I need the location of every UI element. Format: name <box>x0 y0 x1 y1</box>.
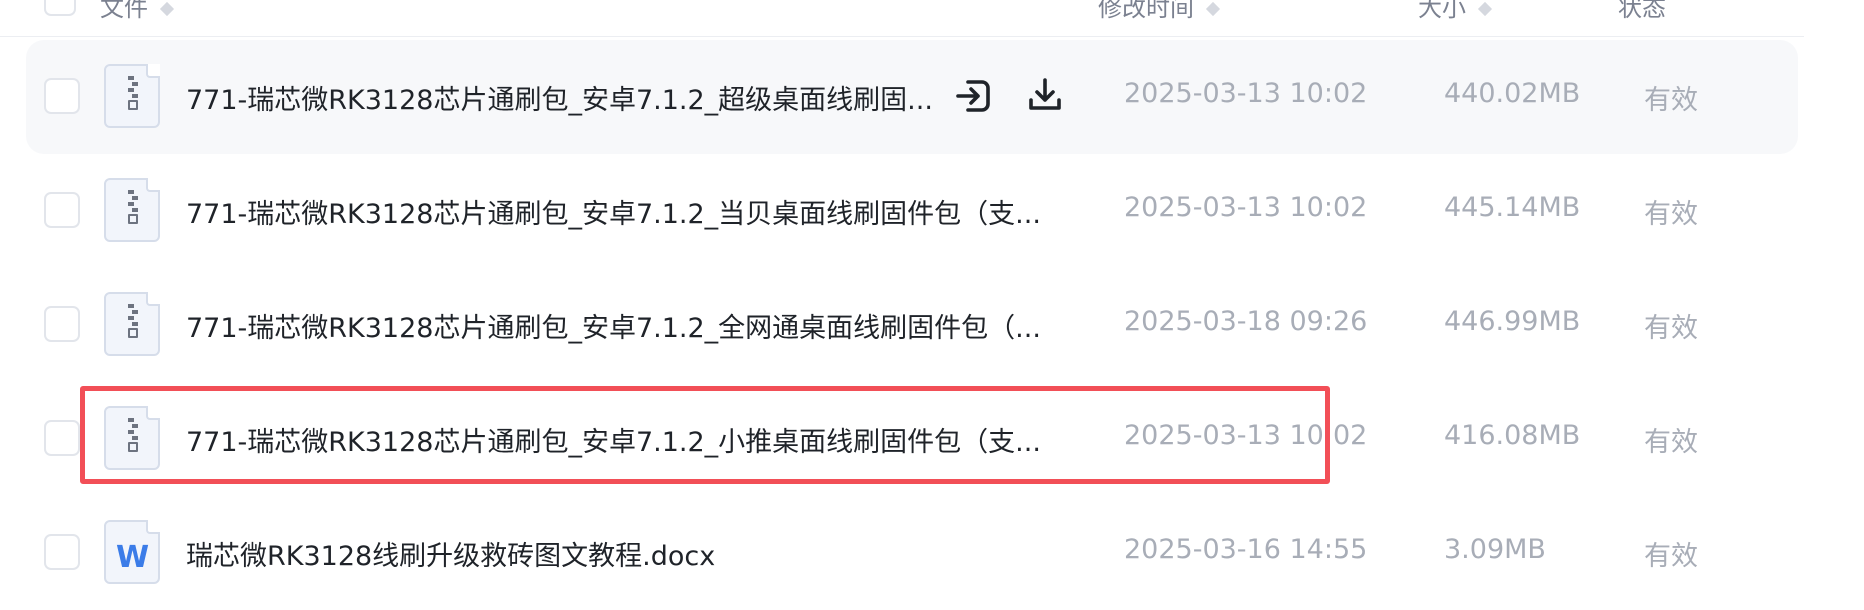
column-status-header: 状态 <box>1618 0 1666 23</box>
table-row[interactable]: 771-瑞芯微RK3128芯片通刷包_安卓7.1.2_全网通桌面线刷固件包（..… <box>26 268 1798 382</box>
status-text: 有效 <box>1644 541 1698 572</box>
sort-icon[interactable] <box>1205 1 1221 17</box>
file-size: 445.14MB <box>1444 192 1581 223</box>
file-name[interactable]: 771-瑞芯微RK3128芯片通刷包_安卓7.1.2_小推桌面线刷固件包（支..… <box>186 420 1041 459</box>
row-checkbox[interactable] <box>44 192 80 228</box>
table-row[interactable]: 771-瑞芯微RK3128芯片通刷包_安卓7.1.2_小推桌面线刷固件包（支..… <box>26 382 1798 496</box>
row-checkbox[interactable] <box>44 534 80 570</box>
save-to-drive-icon[interactable] <box>954 76 992 116</box>
row-checkbox[interactable] <box>44 78 80 114</box>
file-name[interactable]: 771-瑞芯微RK3128芯片通刷包_安卓7.1.2_全网通桌面线刷固件包（..… <box>186 306 1041 345</box>
file-size: 446.99MB <box>1444 306 1581 337</box>
row-checkbox[interactable] <box>44 420 80 456</box>
table-row[interactable]: 771-瑞芯微RK3128芯片通刷包_安卓7.1.2_超级桌面线刷固... 20… <box>26 40 1798 154</box>
sort-icon[interactable] <box>1477 1 1493 17</box>
select-all-checkbox[interactable] <box>44 0 76 16</box>
download-icon[interactable] <box>1026 76 1064 116</box>
row-checkbox[interactable] <box>44 306 80 342</box>
file-size: 3.09MB <box>1444 534 1546 565</box>
table-header: 文件 修改时间 大小 状态 <box>0 0 1804 37</box>
file-name[interactable]: 瑞芯微RK3128线刷升级救砖图文教程.docx <box>186 534 715 573</box>
zip-file-icon <box>104 406 160 470</box>
sort-icon[interactable] <box>159 1 175 17</box>
modified-time: 2025-03-13 10:02 <box>1124 420 1368 451</box>
word-file-icon: W <box>104 520 160 584</box>
zip-file-icon <box>104 64 160 128</box>
modified-time: 2025-03-13 10:02 <box>1124 78 1368 109</box>
file-name[interactable]: 771-瑞芯微RK3128芯片通刷包_安卓7.1.2_超级桌面线刷固... <box>186 78 933 117</box>
modified-time: 2025-03-13 10:02 <box>1124 192 1368 223</box>
column-modified-header[interactable]: 修改时间 <box>1098 0 1221 23</box>
zip-file-icon <box>104 292 160 356</box>
column-file-label: 文件 <box>100 0 148 22</box>
column-status-label: 状态 <box>1618 0 1666 22</box>
status-text: 有效 <box>1644 85 1698 116</box>
file-name[interactable]: 771-瑞芯微RK3128芯片通刷包_安卓7.1.2_当贝桌面线刷固件包（支..… <box>186 192 1041 231</box>
column-size-label: 大小 <box>1418 0 1466 22</box>
table-row[interactable]: 771-瑞芯微RK3128芯片通刷包_安卓7.1.2_当贝桌面线刷固件包（支..… <box>26 154 1798 268</box>
zip-file-icon <box>104 178 160 242</box>
file-size: 440.02MB <box>1444 78 1581 109</box>
column-file-header[interactable]: 文件 <box>100 0 175 23</box>
column-size-header[interactable]: 大小 <box>1418 0 1493 23</box>
file-size: 416.08MB <box>1444 420 1581 451</box>
status-text: 有效 <box>1644 199 1698 230</box>
status-text: 有效 <box>1644 313 1698 344</box>
table-row[interactable]: W 瑞芯微RK3128线刷升级救砖图文教程.docx 2025-03-16 14… <box>26 496 1798 610</box>
status-text: 有效 <box>1644 427 1698 458</box>
column-modified-label: 修改时间 <box>1098 0 1194 22</box>
modified-time: 2025-03-18 09:26 <box>1124 306 1368 337</box>
modified-time: 2025-03-16 14:55 <box>1124 534 1368 565</box>
